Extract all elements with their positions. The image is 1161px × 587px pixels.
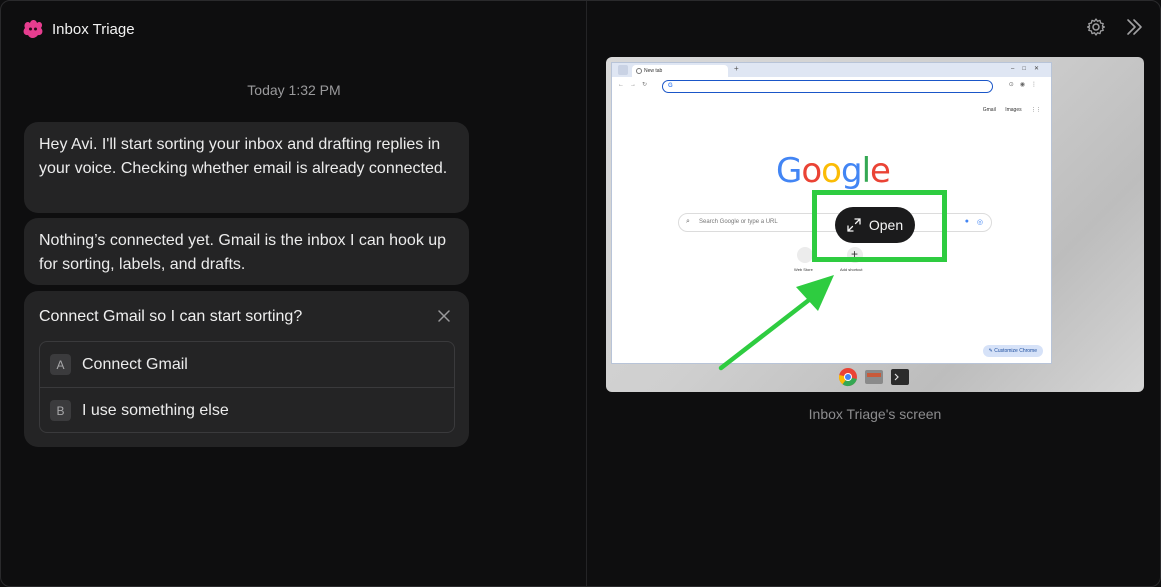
screen-pane: New tab + –□✕ ←→↻ G ⊙◉⋮ Gmail Images ⋮⋮ (588, 1, 1160, 586)
new-tab-icon: + (734, 64, 739, 73)
nav-buttons-icon: ←→↻ (618, 82, 654, 88)
screen-caption: Inbox Triage's screen (808, 406, 942, 422)
chrome-icon (838, 368, 857, 387)
open-screen-button[interactable]: Open (835, 207, 915, 243)
app-header: Inbox Triage (21, 16, 135, 42)
option-key: B (50, 400, 71, 421)
option-key: A (50, 354, 71, 375)
google-g-icon: G (668, 83, 673, 89)
assistant-message: Nothing’s connected yet. Gmail is the in… (24, 218, 469, 285)
open-button-label: Open (868, 217, 904, 233)
app-logo-icon (23, 20, 43, 38)
web-store-shortcut-icon (797, 247, 813, 263)
google-top-links: Gmail Images ⋮⋮ (975, 107, 1041, 113)
tab-search-icon (618, 65, 628, 75)
tab-favicon-icon (636, 68, 642, 74)
gmail-link: Gmail (982, 107, 996, 113)
shortcut-label: Web Store (794, 267, 813, 272)
tab-title: New tab (644, 68, 663, 74)
double-chevron-right-icon[interactable] (1124, 17, 1144, 37)
lens-icon: ◎ (976, 219, 983, 226)
window-controls-icon: –□✕ (1011, 66, 1047, 72)
app-window: Inbox Triage Today 1:32 PM Hey Avi. I'll… (0, 0, 1161, 587)
mic-icon: ● (964, 218, 969, 225)
option-connect-gmail[interactable]: A Connect Gmail (40, 342, 454, 387)
chat-timestamp: Today 1:32 PM (247, 82, 341, 98)
file-manager-icon (865, 370, 883, 384)
browser-toolbar: ←→↻ G ⊙◉⋮ (612, 77, 1051, 95)
option-something-else[interactable]: B I use something else (40, 387, 454, 432)
google-logo: Google (776, 151, 891, 191)
images-link: Images (1005, 107, 1022, 113)
search-icon: ⌕ (686, 218, 690, 225)
option-label: Connect Gmail (82, 355, 188, 373)
close-icon[interactable] (435, 307, 453, 325)
agent-screen-preview[interactable]: New tab + –□✕ ←→↻ G ⊙◉⋮ Gmail Images ⋮⋮ (606, 57, 1144, 392)
prompt-options: A Connect Gmail B I use something else (39, 341, 455, 433)
browser-tab-strip: New tab + –□✕ (612, 63, 1051, 77)
expand-icon (847, 218, 861, 232)
browser-tab: New tab (632, 65, 728, 77)
search-placeholder: Search Google or type a URL (699, 219, 778, 225)
app-title: Inbox Triage (52, 20, 135, 38)
pane-toolbar (1086, 17, 1144, 37)
option-label: I use something else (82, 401, 229, 419)
chat-pane: Inbox Triage Today 1:32 PM Hey Avi. I'll… (1, 1, 587, 586)
terminal-icon (891, 369, 909, 385)
desktop-taskbar (838, 367, 910, 387)
connect-prompt-card: Connect Gmail so I can start sorting? A … (24, 291, 469, 447)
shortcut-label: Add shortcut (840, 267, 863, 272)
assistant-message: Hey Avi. I'll start sorting your inbox a… (24, 122, 469, 213)
prompt-title: Connect Gmail so I can start sorting? (39, 308, 303, 325)
address-bar: G (662, 80, 993, 93)
apps-grid-icon: ⋮⋮ (1031, 107, 1041, 113)
browser-menu-icon: ⊙◉⋮ (1008, 82, 1043, 88)
customize-chrome-button: ✎ Customize Chrome (982, 345, 1043, 357)
gear-icon[interactable] (1086, 17, 1106, 37)
customize-label: Customize Chrome (994, 348, 1037, 354)
